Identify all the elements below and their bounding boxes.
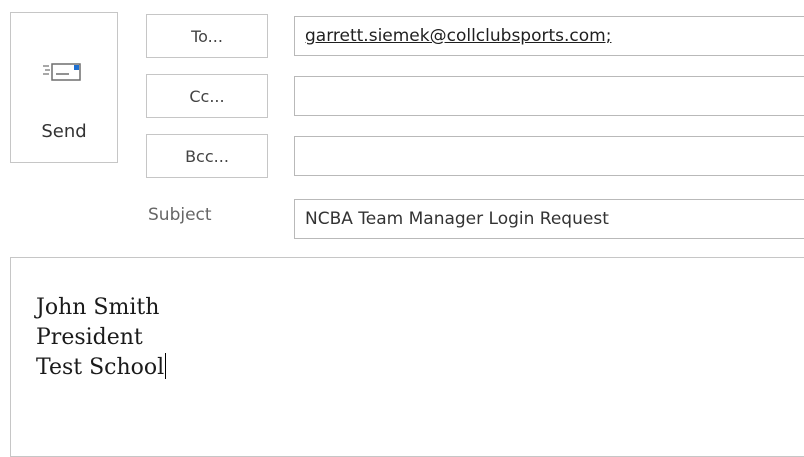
body-line-name: John Smith	[36, 295, 160, 320]
subject-field[interactable]: NCBA Team Manager Login Request	[294, 199, 804, 239]
cc-field[interactable]	[294, 76, 804, 116]
send-button[interactable]: Send	[10, 12, 118, 163]
signature-block: John Smith President Test School	[36, 293, 167, 383]
body-line-school: Test School	[36, 353, 167, 383]
text-caret	[165, 353, 167, 379]
body-line-title: President	[36, 325, 143, 350]
to-field[interactable]: garrett.siemek@collclubsports.com;	[294, 16, 804, 56]
to-button[interactable]: To...	[146, 14, 268, 58]
message-body[interactable]: John Smith President Test School	[10, 257, 804, 457]
subject-label: Subject	[148, 205, 212, 225]
body-line-school-text: Test School	[36, 355, 165, 380]
send-envelope-icon	[43, 63, 81, 81]
bcc-field[interactable]	[294, 136, 804, 176]
cc-button[interactable]: Cc...	[146, 74, 268, 118]
bcc-button[interactable]: Bcc...	[146, 134, 268, 178]
to-recipient[interactable]: garrett.siemek@collclubsports.com;	[305, 26, 611, 46]
send-label: Send	[41, 121, 87, 142]
